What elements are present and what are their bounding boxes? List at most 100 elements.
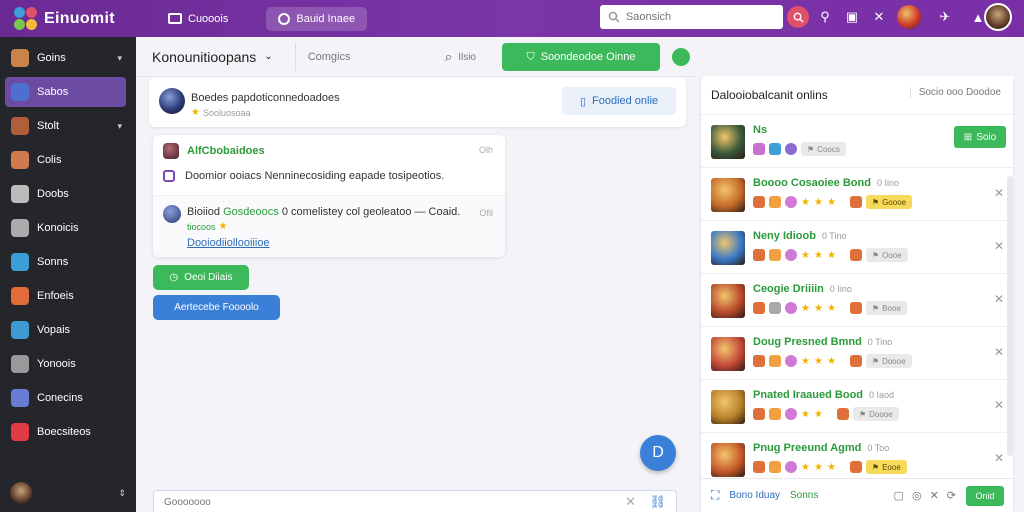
followed-button[interactable]: ▯ Foodied onlie bbox=[562, 87, 676, 115]
close-icon[interactable]: ✕ bbox=[994, 398, 1004, 412]
close-icon[interactable]: ✕ bbox=[930, 489, 939, 502]
link-icon[interactable]: ⛓ bbox=[649, 494, 666, 510]
friend-row[interactable]: Boooo Cosaoiee Bond 0 Iino ★ ★ ★ ⚑ Goooe ✕ bbox=[701, 167, 1014, 220]
pin-icon[interactable]: ✈ bbox=[936, 6, 954, 28]
reply-link[interactable]: Dooiodiiollooiiioe bbox=[187, 237, 270, 249]
friend-name-text[interactable]: Ceogie Driiiin bbox=[753, 283, 824, 295]
close-icon[interactable]: ✕ bbox=[994, 186, 1004, 200]
close-icon[interactable]: ✕ bbox=[870, 6, 888, 28]
sidebar-item[interactable]: Konoicis bbox=[5, 213, 126, 243]
avatar[interactable] bbox=[711, 125, 745, 159]
save-button[interactable]: ⊞ Soio bbox=[954, 126, 1006, 148]
sidebar-user[interactable]: ⇕ bbox=[10, 482, 126, 504]
friend-name-text[interactable]: Ns bbox=[753, 124, 767, 136]
friends-panel-link[interactable]: Socio ooo Doodoe bbox=[909, 87, 1001, 98]
compose-fab-button[interactable]: D bbox=[640, 435, 676, 471]
friend-row[interactable]: Pnated Iraaued Bood 0 Iaod ★ ★ ⚑ Doooe ✕ bbox=[701, 379, 1014, 432]
badge-icon bbox=[753, 461, 765, 473]
note-icon[interactable]: ▣ bbox=[843, 6, 861, 28]
sidebar-item[interactable]: Conecins bbox=[5, 383, 126, 413]
profile-avatar[interactable] bbox=[984, 3, 1012, 31]
friend-time: 0 Tino bbox=[821, 231, 847, 241]
thread-author[interactable]: AlfCbobaidoes bbox=[187, 145, 265, 157]
sidebar-item[interactable]: Vopais bbox=[5, 315, 126, 345]
sidebar-item[interactable]: Sabos bbox=[5, 77, 126, 107]
friend-row[interactable]: Ns ⚑ Coocs ⊞ Soio bbox=[701, 114, 1014, 167]
star-icon: ★ bbox=[801, 302, 810, 314]
blue-action-button[interactable]: Aertecebe Foooolo bbox=[153, 295, 280, 320]
sidebar-item[interactable]: Yonoois bbox=[5, 349, 126, 379]
avatar[interactable] bbox=[163, 205, 181, 223]
friend-name-text[interactable]: Pnated Iraaued Bood bbox=[753, 389, 863, 401]
close-icon[interactable]: ✕ bbox=[994, 345, 1004, 359]
sidebar-item[interactable]: Boecsiteos bbox=[5, 417, 126, 447]
help-label[interactable]: Ilsio bbox=[458, 52, 476, 63]
close-icon[interactable]: ✕ bbox=[625, 494, 636, 510]
friend-row[interactable]: Ceogie Driiiin 0 Iino ★ ★ ★ ⚑ Booe ✕ bbox=[701, 273, 1014, 326]
footer-left-link[interactable]: Bono Iduay bbox=[729, 490, 780, 501]
footer-games-link[interactable]: Sonns bbox=[790, 490, 818, 501]
avatar[interactable] bbox=[711, 231, 745, 265]
star-icon: ★ bbox=[218, 221, 228, 232]
tab-comgics[interactable]: Comgics bbox=[308, 51, 351, 63]
sidebar-item-label: Konoicis bbox=[37, 222, 79, 234]
sidebar-item[interactable]: Stolt ▾ bbox=[5, 111, 126, 141]
footer-action-button[interactable]: Onid bbox=[966, 485, 1004, 506]
friend-name: Doug Presned Bmnd 0 Tino bbox=[753, 336, 892, 348]
scrollbar[interactable] bbox=[1007, 176, 1013, 456]
search-input[interactable] bbox=[625, 11, 775, 23]
game-icon: ⚑ bbox=[807, 144, 815, 154]
people-icon[interactable]: ⛶ bbox=[711, 488, 719, 503]
primary-action-label: Soondeodoe Oinne bbox=[540, 51, 636, 63]
badge-icon bbox=[849, 302, 862, 314]
header-actions: ⌕ Ilsio ⛉ Soondeodoe Oinne bbox=[445, 37, 696, 77]
chat-icon[interactable] bbox=[672, 48, 690, 66]
page-title[interactable]: Konounitioopans ⌄ bbox=[152, 49, 273, 65]
avatar[interactable] bbox=[711, 390, 745, 424]
sidebar-item-label: Sonns bbox=[37, 256, 69, 268]
sidebar-item[interactable]: Doobs bbox=[5, 179, 126, 209]
sidebar-item[interactable]: Enfoeis bbox=[5, 281, 126, 311]
top-nav-item-cuooois[interactable]: Cuooois bbox=[156, 7, 240, 31]
badge-icon bbox=[785, 408, 797, 420]
close-icon[interactable]: ✕ bbox=[994, 292, 1004, 306]
avatar[interactable] bbox=[159, 88, 185, 114]
settings-icon[interactable]: ◎ bbox=[912, 489, 922, 502]
avatar[interactable] bbox=[711, 284, 745, 318]
close-icon[interactable]: ✕ bbox=[994, 239, 1004, 253]
friend-name-text[interactable]: Neny Idioob bbox=[753, 230, 816, 242]
friend-name-text[interactable]: Boooo Cosaoiee Bond bbox=[753, 177, 871, 189]
friend-row[interactable]: Neny Idioob 0 Tino ★ ★ ★ ⚑ Oooe ✕ bbox=[701, 220, 1014, 273]
avatar[interactable] bbox=[163, 143, 179, 159]
friend-name-text[interactable]: Doug Presned Bmnd bbox=[753, 336, 862, 348]
status-badge-text: Doooe bbox=[882, 356, 906, 366]
top-nav-item-bauid-inaee[interactable]: Bauid Inaee bbox=[266, 6, 368, 31]
avatar[interactable] bbox=[711, 178, 745, 212]
avatar[interactable] bbox=[711, 443, 745, 477]
game-icon[interactable] bbox=[897, 5, 921, 29]
refresh-icon[interactable]: ⟳ bbox=[947, 489, 956, 502]
status-badge: ⚑ Eooe bbox=[865, 460, 907, 474]
sidebar-item-label: Enfoeis bbox=[37, 290, 74, 302]
key-icon[interactable]: ⚲ bbox=[816, 6, 834, 28]
search-button[interactable] bbox=[787, 6, 809, 28]
friend-name-text[interactable]: Pnug Preeund Agmd bbox=[753, 442, 861, 454]
primary-action-button[interactable]: ⛉ Soondeodoe Oinne bbox=[502, 43, 660, 71]
sidebar-item[interactable]: Sonns bbox=[5, 247, 126, 277]
brand[interactable]: Einuomit bbox=[0, 6, 140, 31]
friend-row[interactable]: Doug Presned Bmnd 0 Tino ★ ★ ★ ⚑ Doooe ✕ bbox=[701, 326, 1014, 379]
sidebar-item[interactable]: Colis bbox=[5, 145, 126, 175]
sidebar-item-label: Goins bbox=[37, 52, 66, 64]
search-icon[interactable]: ⌕ bbox=[445, 49, 452, 65]
friend-badges: ⚑ Coocs bbox=[753, 142, 846, 156]
close-icon[interactable]: ✕ bbox=[994, 451, 1004, 465]
footer-icons: ▢ ◎ ✕ ⟳ bbox=[894, 489, 956, 502]
avatar[interactable] bbox=[711, 337, 745, 371]
post-sub-text: Sooluosoaa bbox=[202, 107, 251, 118]
reply-highlight[interactable]: Gosdeoocs bbox=[223, 206, 279, 218]
filter-icon[interactable]: ▢ bbox=[894, 489, 904, 502]
composer-input[interactable] bbox=[164, 496, 604, 508]
sidebar-item[interactable]: Goins ▾ bbox=[5, 43, 126, 73]
badge-icon bbox=[769, 355, 781, 367]
green-action-button[interactable]: ◷ Oeoi Diiais bbox=[153, 265, 249, 290]
